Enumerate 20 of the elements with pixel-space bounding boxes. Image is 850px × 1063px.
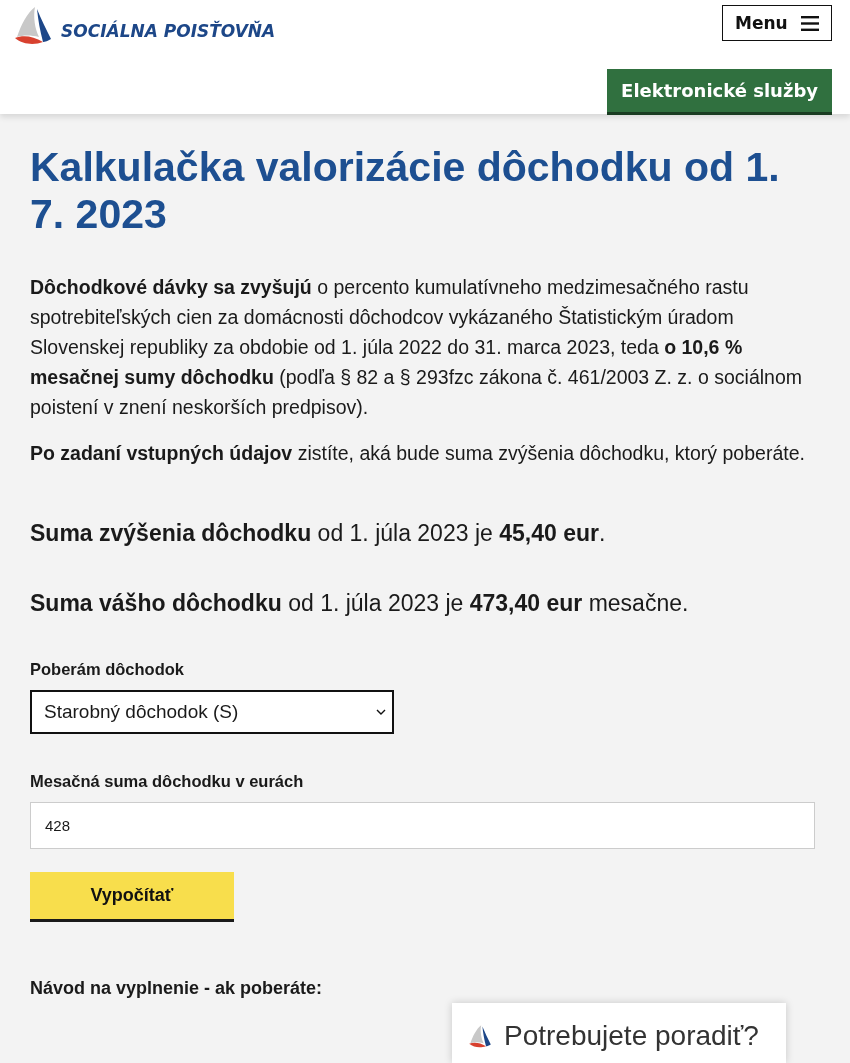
- amount-input[interactable]: 428: [30, 802, 815, 849]
- eservices-button[interactable]: Elektronické služby: [607, 69, 832, 115]
- chat-widget[interactable]: Potrebujete poradiť?: [452, 1003, 786, 1063]
- chevron-down-icon: [376, 709, 386, 715]
- result-text: Suma vášho dôchodku od 1. júla 2023 je 473,40 eur mesačne.: [30, 589, 690, 618]
- logo-icon: [468, 1024, 492, 1048]
- logo-icon: [13, 5, 53, 45]
- pension-type-select[interactable]: Starobný dôchodok (S): [30, 690, 394, 734]
- amount-label: Mesačná suma dôchodku v eurách: [30, 771, 305, 792]
- intro-paragraph: Dôchodkové dávky sa zvyšujú o percento kumulatívneho medzimesačného rastu spotrebiteľských cien za domácnosti dôchodcov vykázaného Štatistickým úradom Slovenskej republiky za obdobie od 1. júla 2022 do 31. marca 2023, teda o 10,6 % mesačnej sumy dôchodku (podľa § 82 a § 293fzc zákona č. 461/2003 Z. z. o sociálnom poistení v znení neskorších predpisov).: [30, 275, 803, 420]
- menu-icon: [801, 15, 819, 31]
- instructions-heading: Návod na vyplnenie - ak poberáte:: [30, 978, 324, 999]
- chat-label: Potrebujete poradiť?: [504, 1020, 759, 1052]
- intro-paragraph: Po zadaní vstupných údajov zistíte, aká bude suma zvýšenia dôchodku, ktorý poberáte.: [30, 441, 806, 466]
- menu-button[interactable]: Menu: [722, 5, 832, 41]
- calculate-button[interactable]: Vypočítať: [30, 872, 234, 922]
- page-title: Kalkulačka valorizácie dôchodku od 1. 7. 2023: [30, 144, 781, 238]
- result-text: Suma zvýšenia dôchodku od 1. júla 2023 je 45,40 eur.: [30, 519, 607, 548]
- pension-type-label: Poberám dôchodok: [30, 659, 186, 680]
- logo-text[interactable]: SOCIÁLNA POISŤOVŇA: [61, 21, 276, 45]
